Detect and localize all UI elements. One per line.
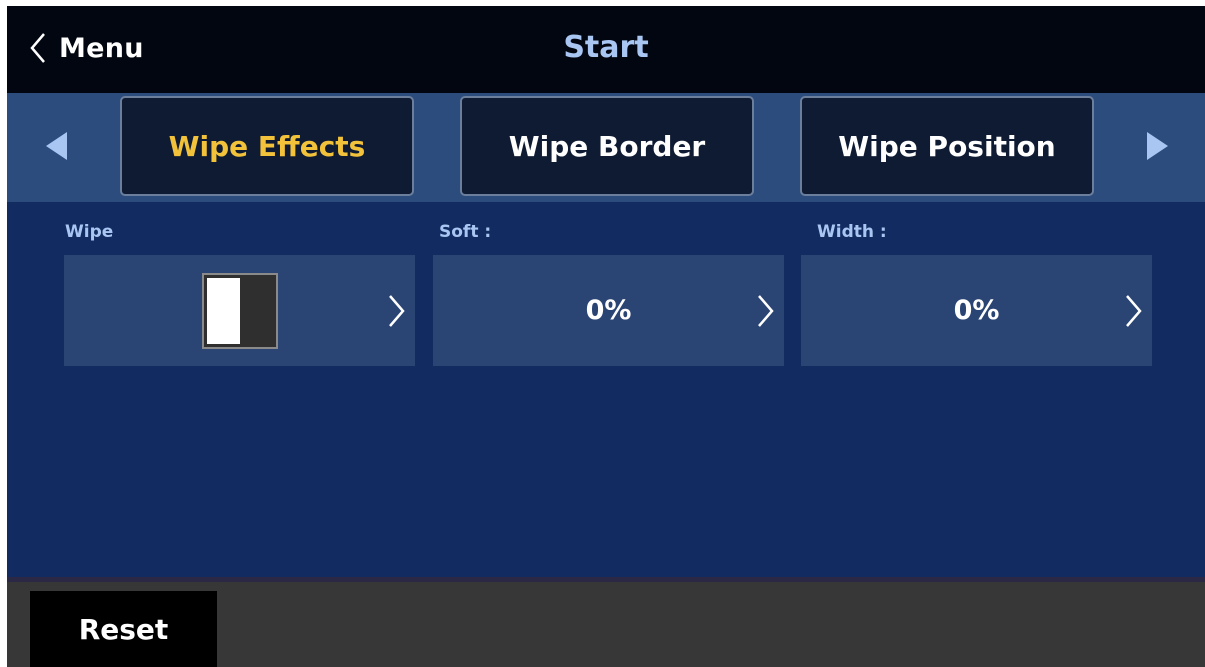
width-label: Width : [817,222,887,242]
tab-wipe-border[interactable]: Wipe Border [460,96,754,196]
chevron-right-icon [389,295,405,327]
chevron-right-icon [758,295,774,327]
tab-label: Wipe Border [508,129,706,163]
wipe-pattern-selector[interactable] [64,255,415,366]
header-bar: Menu Start [7,6,1205,93]
triangle-left-icon [46,132,67,160]
footer-bar: Reset [7,582,1205,667]
reset-button[interactable]: Reset [30,591,217,667]
wipe-label: Wipe [65,222,114,242]
settings-panel: Wipe Soft : Width : 0% 0% [7,202,1205,582]
soft-value-selector[interactable]: 0% [433,255,784,366]
chevron-right-icon [1126,295,1142,327]
tab-label: Wipe Effects [168,129,366,163]
tab-prev-button[interactable] [45,131,69,165]
page-title: Start [563,30,649,65]
width-value-selector[interactable]: 0% [801,255,1152,366]
triangle-right-icon [1147,132,1168,160]
tab-next-button[interactable] [1145,131,1169,165]
tab-label: Wipe Position [838,129,1056,163]
soft-value: 0% [585,295,632,326]
tab-wipe-effects[interactable]: Wipe Effects [120,96,414,196]
wipe-pattern-icon [202,273,278,349]
width-value: 0% [953,295,1000,326]
soft-label: Soft : [439,222,492,242]
app-screen: Menu Start Wipe Effects Wipe Border Wipe… [7,6,1205,667]
tab-bar: Wipe Effects Wipe Border Wipe Position [7,93,1205,202]
tab-wipe-position[interactable]: Wipe Position [800,96,1094,196]
